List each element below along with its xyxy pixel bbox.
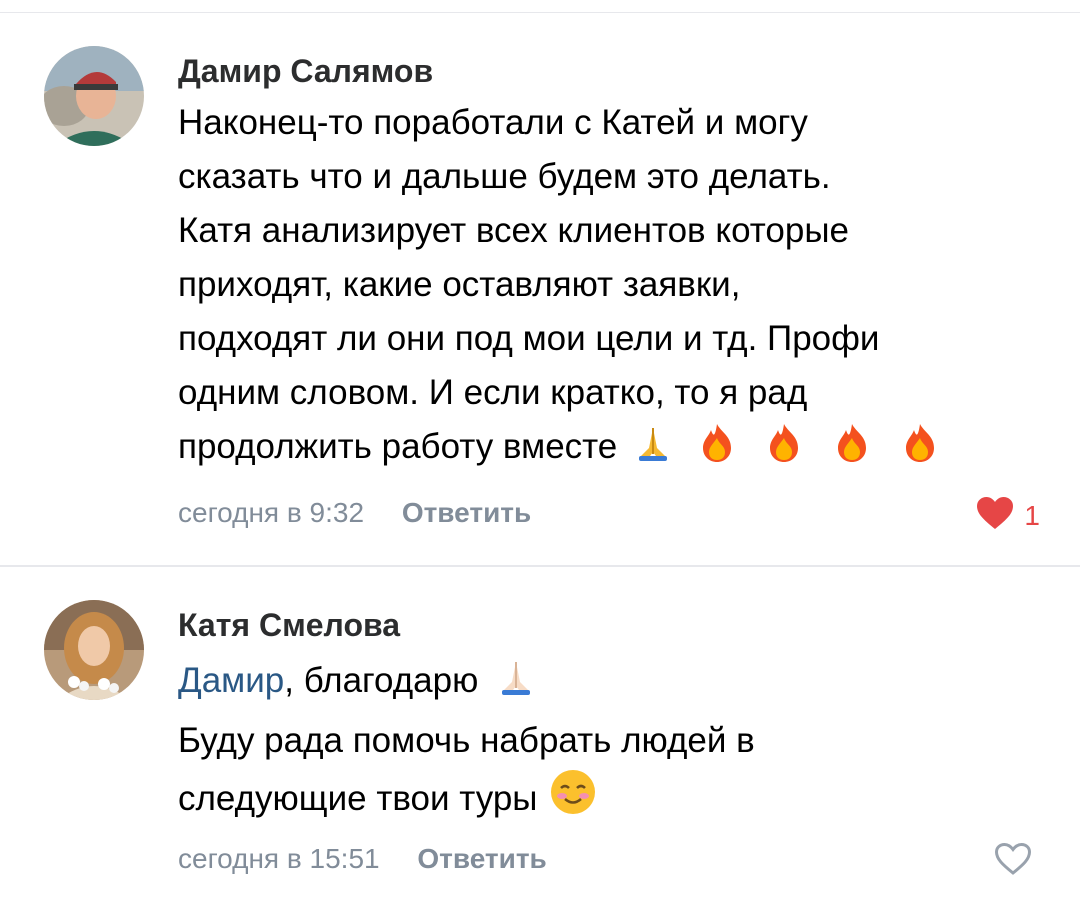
comment-date: сегодня в 15:51 <box>178 843 380 874</box>
reply-button[interactable]: Ответить <box>417 843 546 874</box>
comment-text-segment: продолжить работу вместе <box>178 427 618 466</box>
smiling-face-icon <box>549 768 597 832</box>
heart-outline-icon <box>994 842 1032 881</box>
comment-text-line: сказать что и дальше будем это делать. <box>178 157 831 196</box>
fire-icon <box>697 422 737 480</box>
folded-hands-icon <box>633 424 673 480</box>
comment-author[interactable]: Дамир Салямов <box>178 52 1040 92</box>
comment-text-line: приходят, какие оставляют заявки, <box>178 265 741 304</box>
comment-text-line: Дамир, благодарю <box>178 654 1040 714</box>
like-button[interactable] <box>994 842 1032 881</box>
comment-text-line: подходят ли они под мои цели и тд. Профи <box>178 319 880 358</box>
comment-author[interactable]: Катя Смелова <box>178 606 1040 646</box>
top-divider <box>0 12 1080 13</box>
comment-text-segment: следующие твои туры <box>178 779 538 818</box>
comment-text-line: Буду рада помочь набрать людей в <box>178 721 755 760</box>
comment-text-segment: , благодарю <box>284 661 479 700</box>
like-count: 1 <box>1024 499 1040 531</box>
avatar[interactable] <box>44 600 144 700</box>
avatar[interactable] <box>44 46 144 146</box>
comment-text-line-last: следующие твои туры <box>178 768 1040 832</box>
comment-divider <box>0 565 1080 567</box>
comment-text: Дамир, благодарю Буду рада помочь набрат… <box>178 654 1040 832</box>
fire-icon <box>832 422 872 480</box>
comment-date: сегодня в 9:32 <box>178 497 365 528</box>
avatar-photo-icon <box>44 600 144 700</box>
comment-text-line: Катя анализирует всех клиентов которые <box>178 211 849 250</box>
comment-meta: сегодня в 15:51 Ответить <box>178 842 547 876</box>
folded-hands-icon <box>496 658 536 714</box>
comment-text-line: Наконец-то поработали с Катей и могу <box>178 103 808 142</box>
like-button[interactable]: 1 <box>976 496 1040 535</box>
avatar-photo-icon <box>44 46 144 146</box>
comment-text-line-last: продолжить работу вместе <box>178 420 1040 480</box>
reply-button[interactable]: Ответить <box>402 497 531 528</box>
mention-link[interactable]: Дамир <box>178 661 284 700</box>
comment-text-line: одним словом. И если кратко, то я рад <box>178 373 808 412</box>
fire-icon <box>900 422 940 480</box>
comment-text: Наконец-то поработали с Катей и могу ска… <box>178 96 1040 480</box>
comment-meta: сегодня в 9:32 Ответить <box>178 496 531 530</box>
fire-icon <box>764 422 804 480</box>
heart-filled-icon <box>976 496 1014 535</box>
